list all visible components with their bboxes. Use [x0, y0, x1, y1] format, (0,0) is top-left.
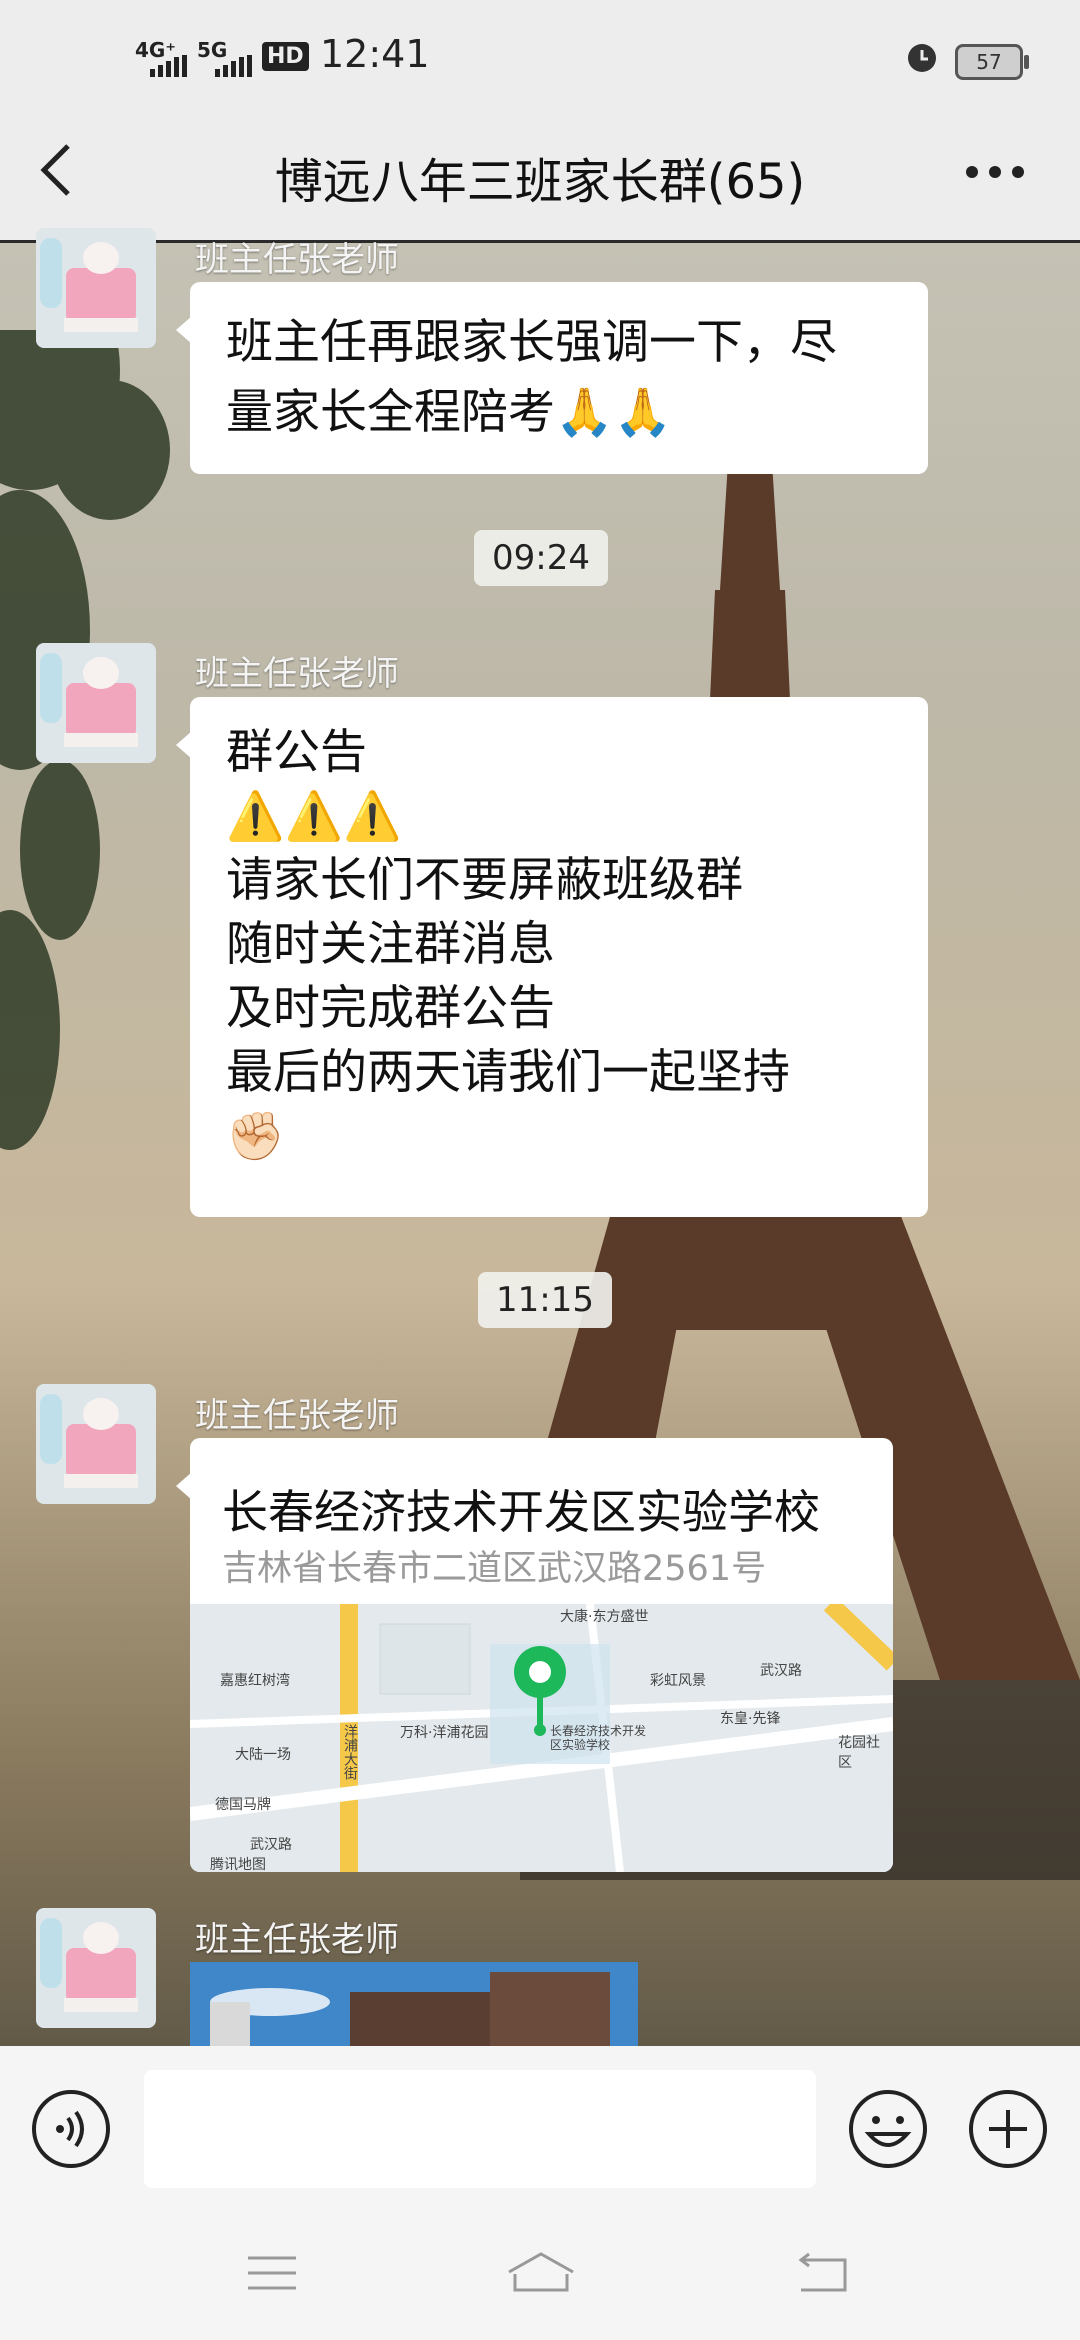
- message-line: 随时关注群消息: [226, 917, 555, 972]
- map-label: 嘉惠红树湾: [220, 1673, 290, 1689]
- avatar[interactable]: [36, 1908, 156, 2028]
- map-label: 武汉路: [760, 1663, 802, 1679]
- timestamp-pill: 09:24: [474, 530, 608, 586]
- sender-name: 班主任张老师: [195, 1920, 399, 1960]
- chat-title: 博远八年三班家长群(65): [274, 154, 806, 210]
- map-label: 东皇·先锋: [720, 1711, 781, 1727]
- message-bubble[interactable]: 群公告 ⚠️⚠️⚠️ 请家长们不要屏蔽班级群 随时关注群消息 及时完成群公告 最…: [176, 697, 928, 1217]
- sender-name: 班主任张老师: [195, 654, 399, 694]
- status-time: 12:41: [320, 32, 430, 76]
- map-label: 德国马牌: [215, 1797, 271, 1813]
- sender-name: 班主任张老师: [195, 1396, 399, 1436]
- message-line: 群公告: [226, 725, 367, 780]
- location-address: 吉林省长春市二道区武汉路2561号: [222, 1549, 767, 1589]
- avatar[interactable]: [36, 643, 156, 763]
- plus-icon[interactable]: [967, 2088, 1049, 2170]
- map-label: 洋浦大街: [342, 1724, 358, 1780]
- image-message-thumbnail[interactable]: [190, 1962, 638, 2046]
- message-line: 请家长们不要屏蔽班级群: [226, 853, 743, 908]
- back-nav-icon[interactable]: [795, 2250, 855, 2296]
- signal-bars-icon: [150, 55, 187, 77]
- avatar[interactable]: [36, 1384, 156, 1504]
- location-name: 长春经济技术开发区实验学校: [222, 1485, 820, 1539]
- hd-voice-badge: HD: [262, 42, 309, 71]
- home-icon[interactable]: [505, 2250, 577, 2296]
- battery-indicator: 57: [955, 44, 1029, 80]
- cake-avatar-icon: [36, 1908, 156, 2028]
- location-pin-icon: [514, 1646, 566, 1736]
- message-line: ✊🏻: [226, 1109, 285, 1164]
- location-map[interactable]: 大康·东方盛世 嘉惠红树湾 大陆一场 德国马牌 洋浦大街 万科·洋浦花园 长春经…: [190, 1604, 893, 1872]
- alarm-icon: [908, 44, 936, 72]
- menu-icon[interactable]: [242, 2250, 302, 2296]
- map-label: 大陆一场: [235, 1747, 291, 1763]
- message-line: 量家长全程陪考🙏🙏: [226, 385, 673, 440]
- sender-name: 班主任张老师: [195, 240, 399, 280]
- message-line: ⚠️⚠️⚠️: [226, 789, 402, 844]
- cake-avatar-icon: [36, 643, 156, 763]
- voice-input-icon[interactable]: [30, 2088, 112, 2170]
- message-input[interactable]: [144, 2070, 816, 2188]
- emoji-icon[interactable]: [847, 2088, 929, 2170]
- more-options-icon[interactable]: [965, 165, 1025, 179]
- avatar[interactable]: [36, 228, 156, 348]
- map-label: 武汉路: [250, 1837, 292, 1853]
- map-provider-label: 腾讯地图: [210, 1857, 266, 1872]
- cake-avatar-icon: [36, 1384, 156, 1504]
- message-bubble[interactable]: 班主任再跟家长强调一下，尽 量家长全程陪考🙏🙏: [176, 282, 928, 474]
- map-label: 万科·洋浦花园: [400, 1725, 489, 1741]
- map-label: 大康·东方盛世: [560, 1609, 649, 1625]
- message-line: 最后的两天请我们一起坚持: [226, 1045, 790, 1100]
- message-line: 班主任再跟家长强调一下，尽: [226, 315, 837, 370]
- message-line: 及时完成群公告: [226, 981, 555, 1036]
- signal-bars-icon: [215, 55, 252, 77]
- cake-avatar-icon: [36, 228, 156, 348]
- timestamp-pill: 11:15: [478, 1272, 612, 1328]
- map-label: 彩虹风景: [650, 1673, 706, 1689]
- map-label: 花园社区: [838, 1735, 880, 1771]
